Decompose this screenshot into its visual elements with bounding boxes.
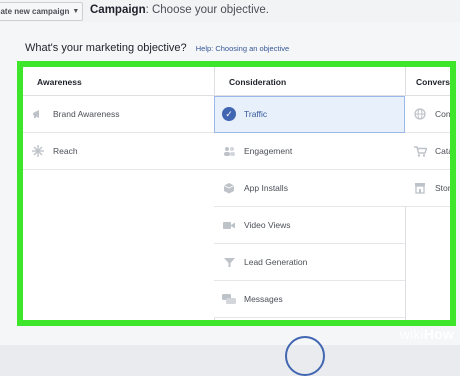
megaphone-icon — [31, 107, 45, 121]
objective-conversions[interactable]: Conve — [405, 96, 455, 133]
objective-app-installs[interactable]: App Installs — [214, 170, 405, 207]
awareness-column: Awareness Brand Awareness Reach — [23, 67, 215, 320]
objective-video-views[interactable]: Video Views — [214, 207, 405, 244]
video-camera-icon — [222, 218, 236, 232]
cart-icon — [413, 144, 427, 158]
objective-traffic[interactable]: ✓ Traffic — [214, 96, 405, 133]
objective-label: Store — [435, 183, 456, 193]
conversion-column: Conversi Conve Catalo Store — [405, 67, 456, 320]
objective-label: Brand Awareness — [53, 109, 120, 119]
objective-store-visits[interactable]: Store — [405, 170, 456, 207]
objective-messages[interactable]: Messages — [214, 281, 405, 318]
watermark-how: How — [423, 326, 454, 342]
create-new-campaign-button[interactable]: eate new campaign ▼ — [0, 2, 83, 21]
check-circle-icon: ✓ — [222, 107, 236, 121]
globe-icon — [413, 107, 427, 121]
help-choosing-objective-link[interactable]: Help: Choosing an objective — [196, 44, 289, 53]
objective-label: Catalo — [435, 146, 455, 156]
objective-label: Engagement — [244, 146, 293, 156]
chat-bubbles-icon — [222, 292, 236, 306]
awareness-column-title: Awareness — [23, 67, 214, 96]
objective-heading: What's your marketing objective? Help: C… — [25, 42, 289, 54]
conversion-column-title: Conversi — [405, 67, 450, 96]
watermark-wiki: wiki — [399, 326, 424, 342]
consideration-column: Consideration ✓ Traffic Engagement App I… — [214, 67, 406, 320]
objective-heading-text: What's your marketing objective? — [25, 42, 187, 54]
objective-label: Traffic — [244, 109, 268, 119]
campaign-breadcrumb: Campaign: Choose your objective. — [90, 4, 269, 16]
top-bar: eate new campaign ▼ Campaign: Choose you… — [0, 0, 460, 23]
objective-label: Reach — [53, 146, 78, 156]
campaign-subtitle: : Choose your objective. — [145, 4, 269, 16]
objective-label: App Installs — [244, 183, 288, 193]
wikihow-watermark: wikiHow — [400, 326, 454, 342]
objective-label: Messages — [244, 294, 283, 304]
consideration-column-title: Consideration — [214, 67, 405, 96]
objective-catalog-sales[interactable]: Catalo — [405, 133, 455, 170]
caret-down-icon: ▼ — [72, 8, 80, 15]
objective-label: Video Views — [244, 220, 291, 230]
create-button-label: eate new campaign — [0, 7, 70, 16]
objective-engagement[interactable]: Engagement — [214, 133, 405, 170]
objective-brand-awareness[interactable]: Brand Awareness — [23, 96, 214, 133]
campaign-label: Campaign — [90, 4, 146, 16]
funnel-icon — [222, 255, 236, 269]
objective-grid: Awareness Brand Awareness Reach Consider… — [17, 61, 456, 326]
continue-indicator — [285, 336, 325, 376]
box-icon — [222, 181, 236, 195]
objective-label: Lead Generation — [244, 257, 308, 267]
objective-lead-generation[interactable]: Lead Generation — [214, 244, 405, 281]
people-icon — [222, 144, 236, 158]
objective-reach[interactable]: Reach — [23, 133, 214, 170]
store-icon — [413, 181, 427, 195]
objective-label: Conve — [435, 109, 455, 119]
burst-icon — [31, 144, 45, 158]
